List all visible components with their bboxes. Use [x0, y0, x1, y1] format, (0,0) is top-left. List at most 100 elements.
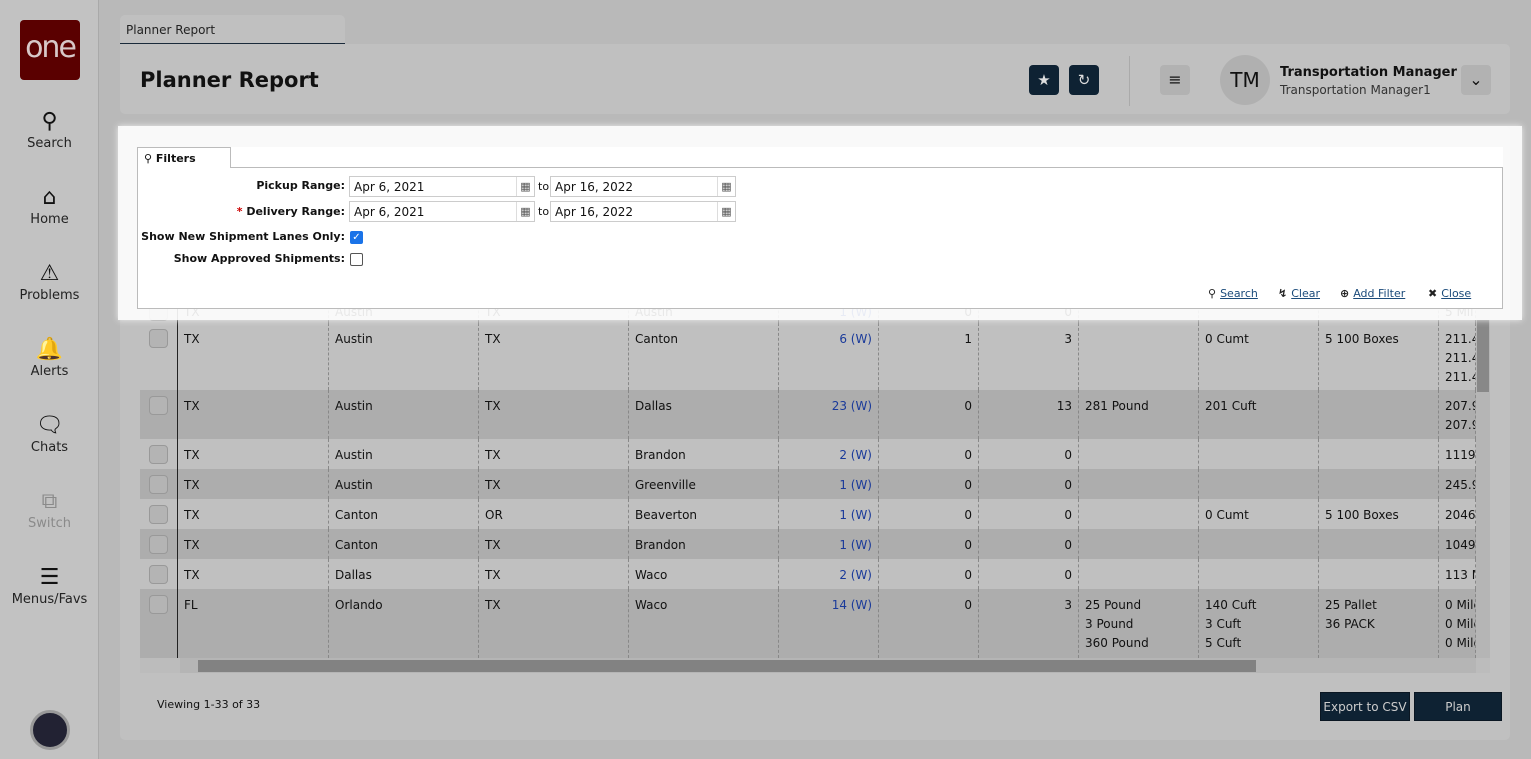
row-checkbox[interactable]	[140, 559, 178, 589]
table-cell: 201 Cuft	[1199, 390, 1319, 439]
new-lanes-checkbox[interactable]: ✓	[350, 231, 363, 244]
sidebar-item-alerts[interactable]: 🔔 Alerts	[0, 336, 99, 379]
table-cell: Orlando	[329, 589, 479, 658]
table-cell: TX	[178, 323, 329, 390]
sidebar-item-chats[interactable]: 🗨 Chats	[0, 412, 99, 455]
row-checkbox[interactable]	[140, 390, 178, 439]
menu-button[interactable]: ≡	[1160, 65, 1190, 95]
shipment-count-link[interactable]: 23 (W)	[779, 390, 879, 439]
cell-text: 211.4	[1445, 370, 1476, 384]
table-cell	[1079, 469, 1199, 499]
scroll-thumb[interactable]	[198, 660, 1256, 672]
table-row[interactable]: TX Dallas TX Waco 2 (W) 0 0 113 M	[140, 559, 1476, 589]
table-cell: 5 100 Boxes	[1319, 499, 1439, 529]
close-link-label: Close	[1441, 287, 1472, 300]
table-row[interactable]: TX Austin TX Canton 6 (W) 1 3 0 Cumt 5 100 Boxes…	[140, 323, 1476, 390]
checkbox[interactable]	[149, 565, 168, 584]
checkbox[interactable]	[149, 475, 168, 494]
table-row[interactable]: TX Canton TX Brandon 1 (W) 0 0 1049.	[140, 529, 1476, 559]
nav-label: Menus/Favs	[11, 592, 88, 607]
cell-text: 1119.	[1445, 448, 1476, 462]
close-link[interactable]: ✖ Close	[1428, 287, 1471, 300]
delivery-from-field[interactable]: Apr 6, 2021 ▦	[349, 201, 535, 222]
table-row[interactable]: FL Orlando TX Waco 14 (W) 0 3 25 Pound 3 Pound 36…	[140, 589, 1476, 658]
shipment-count-link[interactable]: 1 (W)	[779, 529, 879, 559]
table-cell: 0 Mile 0 Mile 0 Mile	[1439, 589, 1476, 658]
checkbox[interactable]	[149, 329, 168, 348]
sidebar-item-home[interactable]: ⌂ Home	[0, 184, 99, 227]
search-link[interactable]: ⚲ Search	[1208, 287, 1258, 300]
cell-text: 14 (W)	[831, 598, 872, 612]
checkbox[interactable]	[149, 535, 168, 554]
approved-checkbox[interactable]	[350, 253, 363, 266]
table-row[interactable]: TX Austin TX Brandon 2 (W) 0 0 1119.	[140, 439, 1476, 469]
cell-text: Canton	[635, 332, 678, 346]
table-cell: 0	[879, 559, 979, 589]
assistant-avatar-icon[interactable]	[30, 710, 70, 750]
cell-text: 281 Pound	[1085, 399, 1149, 413]
sidebar-item-problems[interactable]: ⚠ Problems	[0, 260, 99, 303]
delivery-to-field[interactable]: Apr 16, 2022 ▦	[550, 201, 736, 222]
shipment-count-link[interactable]: 2 (W)	[779, 559, 879, 589]
user-dropdown-button[interactable]: ⌄	[1461, 65, 1491, 95]
calendar-icon[interactable]: ▦	[516, 177, 534, 196]
row-checkbox[interactable]	[140, 589, 178, 658]
row-checkbox[interactable]	[140, 469, 178, 499]
nav-label: Alerts	[30, 364, 69, 379]
cell-text: 0	[1064, 478, 1072, 492]
sidebar-item-search[interactable]: ⚲ Search	[0, 108, 99, 151]
checkbox[interactable]	[149, 505, 168, 524]
cell-text: 0 Cumt	[1205, 332, 1249, 346]
table-cell: TX	[178, 499, 329, 529]
table-cell: TX	[479, 589, 629, 658]
pickup-from-field[interactable]: Apr 6, 2021 ▦	[349, 176, 535, 197]
refresh-button[interactable]: ↻	[1069, 65, 1099, 95]
table-cell: TX	[479, 390, 629, 439]
shipment-count-link[interactable]: 1 (W)	[779, 499, 879, 529]
shipment-count-link[interactable]: 1 (W)	[779, 469, 879, 499]
clear-link[interactable]: ↯ Clear	[1278, 287, 1320, 300]
table-row[interactable]: TX Austin TX Dallas 23 (W) 0 13 281 Pound 201 Cu…	[140, 390, 1476, 439]
sidebar-item-switch[interactable]: ⧉ Switch	[0, 488, 99, 531]
favorite-button[interactable]: ★	[1029, 65, 1059, 95]
filters-tab[interactable]: ⚲ Filters	[137, 147, 231, 168]
calendar-icon[interactable]: ▦	[717, 177, 735, 196]
scroll-thumb[interactable]	[1477, 320, 1489, 392]
table-cell	[1199, 469, 1319, 499]
checkbox[interactable]	[149, 595, 168, 614]
switch-icon: ⧉	[41, 489, 58, 514]
shipment-count-link[interactable]: 14 (W)	[779, 589, 879, 658]
add-filter-link[interactable]: ⊕ Add Filter	[1340, 287, 1405, 300]
cell-text: Canton	[335, 538, 378, 552]
table-cell: TX	[479, 323, 629, 390]
tab-planner-report[interactable]: Planner Report	[120, 15, 345, 45]
date-value: Apr 16, 2022	[555, 205, 634, 219]
row-checkbox[interactable]	[140, 323, 178, 390]
table-cell	[1199, 559, 1319, 589]
cell-text: 25 Pound	[1085, 598, 1142, 612]
menu-icon: ☰	[39, 565, 60, 590]
plan-button[interactable]: Plan	[1414, 692, 1502, 721]
row-checkbox[interactable]	[140, 499, 178, 529]
avatar[interactable]: TM	[1220, 55, 1270, 105]
table-row[interactable]: TX Canton OR Beaverton 1 (W) 0 0 0 Cumt 5 100 Bo…	[140, 499, 1476, 529]
table-cell: 0	[879, 390, 979, 439]
checkbox[interactable]	[149, 445, 168, 464]
shipment-count-link[interactable]: 2 (W)	[779, 439, 879, 469]
calendar-icon[interactable]: ▦	[516, 202, 534, 221]
app-logo[interactable]: one	[20, 20, 80, 80]
pickup-to-field[interactable]: Apr 16, 2022 ▦	[550, 176, 736, 197]
table-row[interactable]: TX Austin TX Greenville 1 (W) 0 0 245.9	[140, 469, 1476, 499]
row-checkbox[interactable]	[140, 439, 178, 469]
sidebar-item-menus-favs[interactable]: ☰ Menus/Favs	[0, 564, 99, 607]
shipment-count-link[interactable]: 6 (W)	[779, 323, 879, 390]
row-checkbox[interactable]	[140, 529, 178, 559]
calendar-icon[interactable]: ▦	[717, 202, 735, 221]
export-csv-button[interactable]: Export to CSV	[1320, 692, 1410, 721]
vertical-scrollbar[interactable]	[1476, 296, 1490, 658]
checkbox[interactable]	[149, 396, 168, 415]
table-cell	[1079, 529, 1199, 559]
table-cell: Brandon	[629, 439, 779, 469]
horizontal-scrollbar[interactable]	[180, 658, 1476, 673]
table-cell	[1319, 469, 1439, 499]
